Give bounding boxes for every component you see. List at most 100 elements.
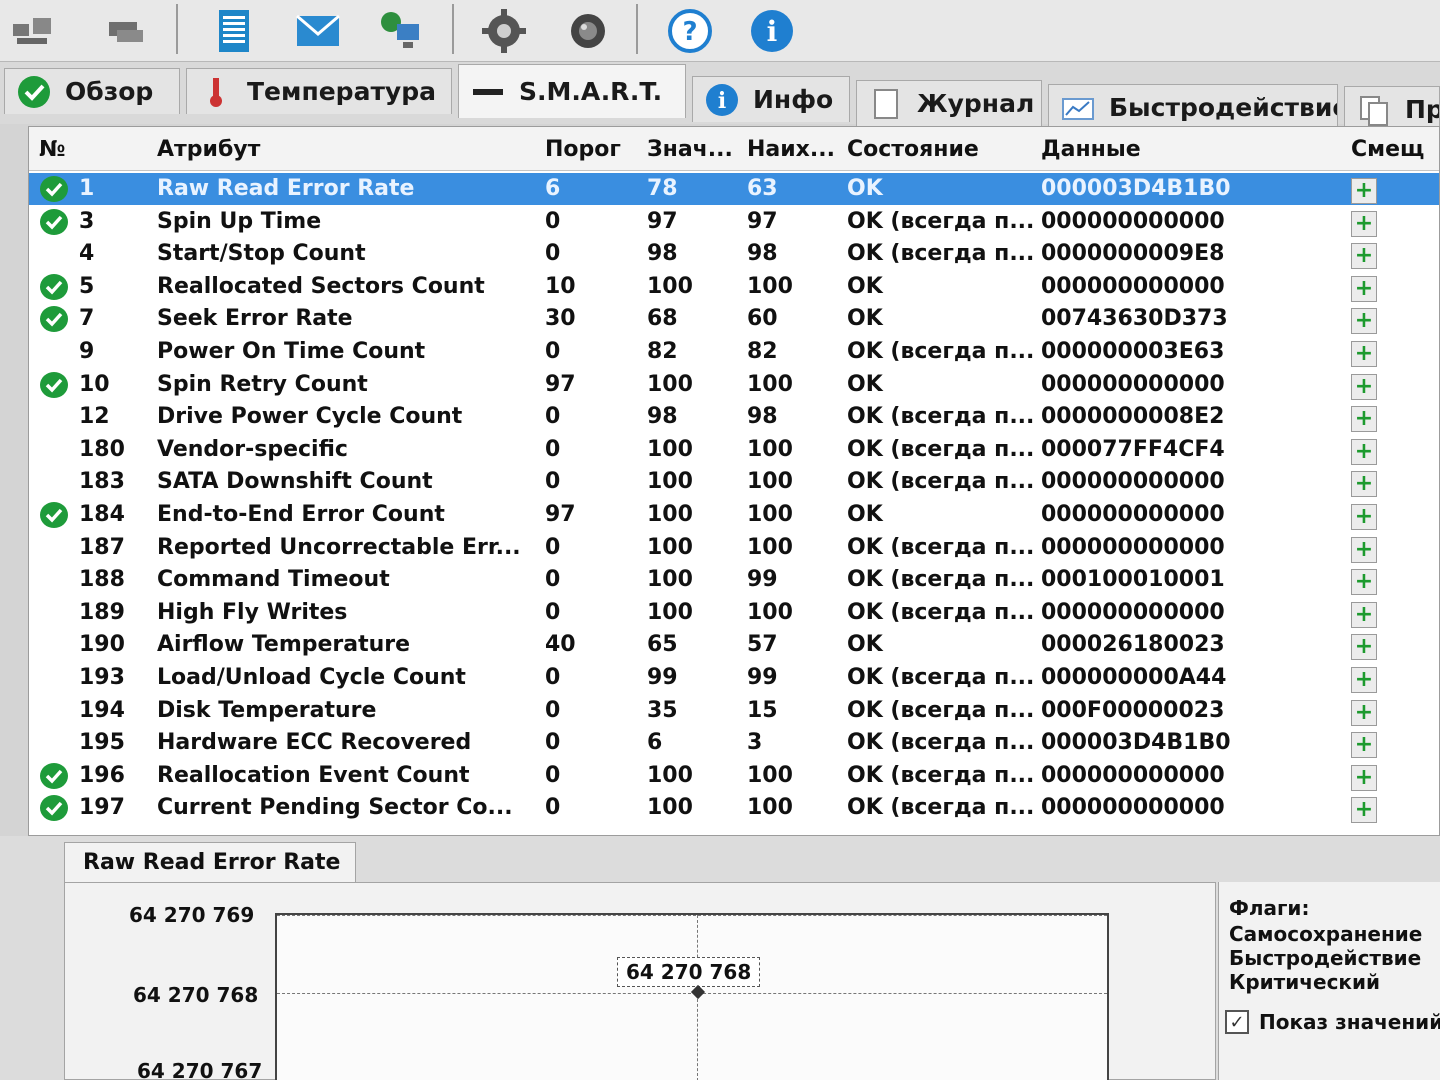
table-row[interactable]: 9 Power On Time Count 0 82 82 OK (всегда п...… <box>29 336 1439 368</box>
column-header-attribute[interactable]: Атрибут <box>157 137 547 162</box>
network-icon[interactable] <box>374 6 426 56</box>
increment-button[interactable]: + <box>1351 178 1377 204</box>
table-row[interactable]: 188 Command Timeout 0 100 99 OK (всегда п... 0… <box>29 564 1439 596</box>
table-header: № Атрибут Порог Знач... Наих... Состояни… <box>29 127 1439 171</box>
cell-status: OK (всегда п... <box>847 567 1035 593</box>
increment-button[interactable]: + <box>1351 438 1377 465</box>
increment-button[interactable]: + <box>1351 536 1377 563</box>
cell-worst: 63 <box>747 176 778 201</box>
table-row[interactable]: 187 Reported Uncorrectable Err... 0 100 100 O… <box>29 532 1439 564</box>
tab-performance[interactable]: Быстродействие <box>1048 84 1338 130</box>
increment-button[interactable]: + <box>1351 601 1377 628</box>
table-row[interactable]: 195 Hardware ECC Recovered 0 6 3 OK (всегда п… <box>29 727 1439 759</box>
table-row[interactable]: 189 High Fly Writes 0 100 100 OK (всегда п...… <box>29 597 1439 629</box>
cell-value: 100 <box>647 469 693 495</box>
y-tick-label: 64 270 769 <box>129 903 255 927</box>
tab-log[interactable]: Журнал <box>856 80 1042 126</box>
increment-button[interactable]: + <box>1351 667 1377 693</box>
info-icon[interactable]: i <box>746 6 798 56</box>
table-row[interactable]: 197 Current Pending Sector Co... 0 100 100 OK… <box>29 792 1439 824</box>
smart-attribute-table[interactable]: № Атрибут Порог Знач... Наих... Состояни… <box>28 126 1440 836</box>
increment-button[interactable]: + <box>1351 406 1377 433</box>
table-row[interactable]: 5 Reallocated Sectors Count 10 100 100 OK 0000… <box>29 271 1439 303</box>
increment-button[interactable]: + <box>1351 373 1377 400</box>
cell-worst: 60 <box>747 306 778 332</box>
column-header-num[interactable]: № <box>39 137 109 162</box>
increment-button[interactable]: + <box>1351 634 1377 661</box>
cell-num: 3 <box>79 208 95 234</box>
increment-button[interactable]: + <box>1351 797 1377 824</box>
cell-attribute: Reallocation Event Count <box>157 762 470 788</box>
increment-button[interactable]: + <box>1351 275 1377 302</box>
increment-button[interactable]: + <box>1351 210 1377 237</box>
table-row[interactable]: 12 Drive Power Cycle Count 0 98 98 OK (всегда… <box>29 401 1439 433</box>
ok-check-icon <box>39 794 69 822</box>
offset-stepper: −0+ <box>1351 468 1439 498</box>
cell-status: OK (всегда п... <box>847 241 1035 267</box>
report-icon[interactable] <box>208 6 260 56</box>
cell-status: OK (всегда п... <box>847 795 1035 821</box>
cell-worst: 3 <box>747 730 763 756</box>
column-header-offset[interactable]: Смещ <box>1351 137 1439 162</box>
table-row[interactable]: 183 SATA Downshift Count 0 100 100 OK (всегда… <box>29 466 1439 498</box>
table-row[interactable]: 10 Spin Retry Count 97 100 100 OK 000000000000… <box>29 369 1439 401</box>
drives-icon[interactable] <box>6 6 58 56</box>
column-header-threshold[interactable]: Порог <box>545 137 635 162</box>
table-row[interactable]: 7 Seek Error Rate 30 68 60 OK 00743630D373 −0+ <box>29 303 1439 335</box>
increment-button[interactable]: + <box>1351 569 1377 596</box>
ok-check-icon <box>39 501 69 529</box>
table-row[interactable]: 184 End-to-End Error Count 97 100 100 OK 00000… <box>29 499 1439 531</box>
increment-button[interactable]: + <box>1351 504 1377 530</box>
graph-tab[interactable]: Raw Read Error Rate <box>64 842 356 882</box>
increment-button[interactable]: + <box>1351 471 1377 498</box>
drive-copy-icon[interactable] <box>100 6 152 56</box>
data-point[interactable] <box>690 984 706 1000</box>
table-row[interactable]: 194 Disk Temperature 0 35 15 OK (всегда п... 0… <box>29 695 1439 727</box>
table-row[interactable]: 190 Airflow Temperature 40 65 57 OK 0000261800… <box>29 629 1439 661</box>
increment-button[interactable]: + <box>1351 341 1377 367</box>
increment-button[interactable]: + <box>1351 308 1377 335</box>
grid-line <box>277 915 1107 916</box>
tab-info[interactable]: i Инфо <box>692 76 850 122</box>
cell-worst: 100 <box>747 436 793 462</box>
offset-stepper: −0+ <box>1351 436 1439 465</box>
table-row[interactable]: 193 Load/Unload Cycle Count 0 99 99 OK (всегд… <box>29 662 1439 694</box>
increment-button[interactable]: + <box>1351 243 1377 270</box>
show-values-checkbox[interactable]: ✓ <box>1225 1010 1249 1034</box>
camera-icon[interactable] <box>562 6 614 56</box>
flags-title: Флаги: <box>1229 896 1310 920</box>
checkmark-icon: ✓ <box>1229 1011 1245 1033</box>
mail-icon[interactable] <box>292 6 344 56</box>
table-row[interactable]: 1 Raw Read Error Rate 6 78 63 OK 000003D4B1B0 −… <box>29 173 1439 205</box>
cell-worst: 99 <box>747 665 778 690</box>
help-icon[interactable]: ? <box>664 6 716 56</box>
increment-button[interactable]: + <box>1351 699 1377 726</box>
cell-num: 197 <box>79 795 125 821</box>
column-header-data[interactable]: Данные <box>1041 137 1341 162</box>
cell-worst: 99 <box>747 567 778 593</box>
flag-item: Быстродействие <box>1229 946 1422 970</box>
table-row[interactable]: 3 Spin Up Time 0 97 97 OK (всегда п... 0000000… <box>29 206 1439 238</box>
offset-stepper: −0+ <box>1351 338 1439 367</box>
flags-panel: Флаги: Самосохранение Быстродействие Кри… <box>1218 882 1440 1080</box>
increment-button[interactable]: + <box>1351 732 1377 759</box>
table-row[interactable]: 180 Vendor-specific 0 100 100 OK (всегда п...… <box>29 434 1439 466</box>
cell-value: 68 <box>647 306 678 332</box>
ok-check-icon <box>39 175 69 203</box>
table-row[interactable]: 196 Reallocation Event Count 0 100 100 OK (вс… <box>29 760 1439 792</box>
cell-status: OK (всегда п... <box>847 404 1035 430</box>
column-header-status[interactable]: Состояние <box>847 137 1037 162</box>
increment-button[interactable]: + <box>1351 764 1377 791</box>
tab-temperature[interactable]: Температура <box>186 68 452 114</box>
flag-item: Самосохранение <box>1229 922 1423 946</box>
cell-num: 5 <box>79 273 95 299</box>
cell-worst: 100 <box>747 469 793 495</box>
column-header-worst[interactable]: Наих... <box>747 137 837 162</box>
show-values-label[interactable]: Показ значений <box>1259 1010 1440 1034</box>
cell-status: OK <box>847 306 883 332</box>
tab-overview[interactable]: Обзор <box>4 68 180 114</box>
settings-gear-icon[interactable] <box>478 6 530 56</box>
table-row[interactable]: 4 Start/Stop Count 0 98 98 OK (всегда п... 000… <box>29 238 1439 270</box>
column-header-value[interactable]: Знач... <box>647 137 741 162</box>
tab-smart[interactable]: S.M.A.R.T. <box>458 64 686 118</box>
